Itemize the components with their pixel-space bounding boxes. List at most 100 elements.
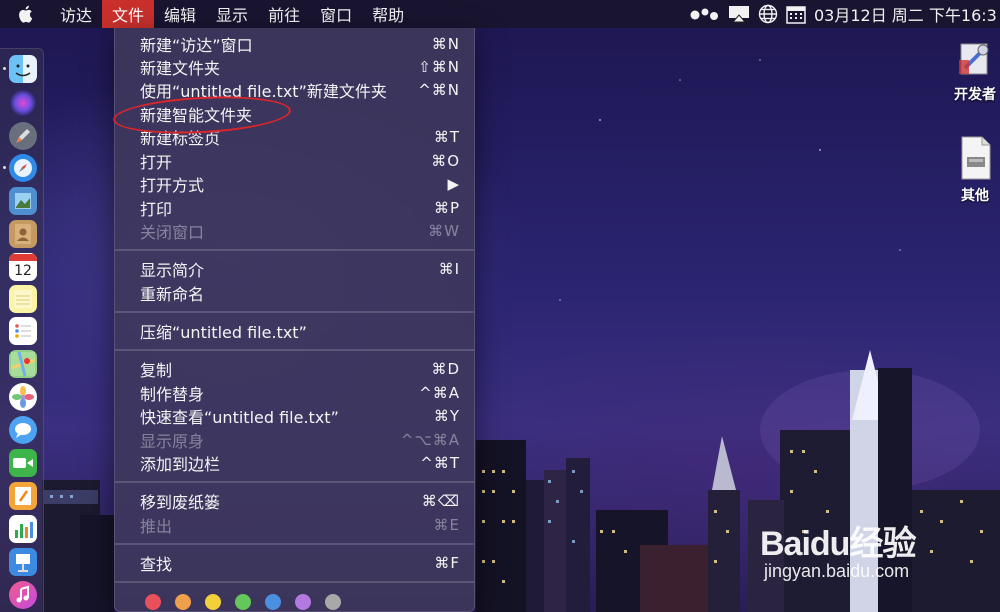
status-area: 03月12日 周二 下午16:3	[690, 0, 1000, 28]
menu-item-open[interactable]: 打开 ⌘O	[115, 149, 474, 172]
menu-item-label: 压缩“untitled file.txt”	[140, 322, 307, 342]
menu-item-shortcut: ⌘⌫	[421, 491, 460, 510]
safari-running-dot	[3, 166, 6, 169]
siri-icon[interactable]	[9, 89, 37, 117]
menu-item-label: 添加到边栏	[140, 454, 221, 474]
cloud-dots-icon[interactable]	[690, 0, 720, 28]
menu-item-label: 关闭窗口	[140, 222, 205, 242]
menu-item-shortcut: ⌘W	[428, 221, 460, 240]
maps-icon[interactable]	[9, 350, 37, 378]
menu-item-shortcut: ⌘P	[433, 198, 460, 217]
menu-item-find[interactable]: 查找 ⌘F	[115, 551, 474, 574]
menu-item-shortcut: ⌘Y	[433, 406, 460, 425]
finder-running-dot	[3, 67, 6, 70]
menu-item-label: 打开	[140, 152, 173, 172]
tag-gray[interactable]	[325, 594, 341, 610]
menu-item-shortcut: ^⌥⌘A	[400, 430, 460, 449]
menu-item-label: 显示简介	[140, 260, 205, 280]
menu-view[interactable]: 显示	[206, 0, 258, 28]
desktop-icon-label: 开发者	[954, 87, 996, 103]
menu-window[interactable]: 窗口	[310, 0, 362, 28]
tag-purple[interactable]	[295, 594, 311, 610]
menu-item-rename[interactable]: 重新命名	[115, 281, 474, 304]
menu-item-make-alias[interactable]: 制作替身 ^⌘A	[115, 381, 474, 404]
messages-icon[interactable]	[9, 416, 37, 444]
menu-item-shortcut: ^⌘T	[420, 453, 460, 472]
contacts-icon[interactable]	[9, 220, 37, 248]
facetime-icon[interactable]	[9, 449, 37, 477]
menu-item-print[interactable]: 打印 ⌘P	[115, 196, 474, 219]
menu-item-close-window: 关闭窗口 ⌘W	[115, 219, 474, 242]
tag-green[interactable]	[235, 594, 251, 610]
menu-item-label: 快速查看“untitled file.txt”	[140, 407, 339, 427]
menu-file[interactable]: 文件	[102, 0, 155, 28]
menu-item-move-to-trash[interactable]: 移到废纸篓 ⌘⌫	[115, 489, 474, 512]
menu-item-label: 显示原身	[140, 431, 205, 451]
menu-item-label: 移到废纸篓	[140, 492, 221, 512]
tag-yellow[interactable]	[205, 594, 221, 610]
menubar-clock[interactable]: 03月12日 周二 下午16:3	[814, 2, 1000, 26]
calendar-menu-icon[interactable]	[786, 0, 806, 28]
finder-icon[interactable]	[9, 55, 37, 83]
menu-separator	[115, 581, 474, 583]
menu-finder[interactable]: 访达	[50, 0, 102, 28]
menu-item-add-to-sidebar[interactable]: 添加到边栏 ^⌘T	[115, 451, 474, 474]
menu-bar: 访达 文件 编辑 显示 前往 窗口 帮助 03月12日 周二 下午16:3	[0, 0, 1000, 28]
tag-blue[interactable]	[265, 594, 281, 610]
menu-separator	[115, 311, 474, 313]
desktop-icon-developer[interactable]: 开发者	[945, 40, 1000, 104]
globe-icon[interactable]	[758, 0, 778, 28]
tag-red[interactable]	[145, 594, 161, 610]
baidu-watermark: Baidu经验 jingyan.baidu.com	[760, 516, 916, 582]
apple-menu-icon[interactable]	[0, 0, 50, 28]
menu-item-shortcut: ⌘D	[431, 359, 460, 378]
menu-help[interactable]: 帮助	[362, 0, 414, 28]
menu-item-label: 复制	[140, 360, 173, 380]
menu-go[interactable]: 前往	[258, 0, 310, 28]
reminders-icon[interactable]	[9, 317, 37, 345]
menu-item-shortcut: ⇧⌘N	[418, 57, 460, 76]
menu-item-shortcut: ⌘E	[433, 515, 460, 534]
itunes-icon[interactable]	[9, 581, 37, 609]
launchpad-icon[interactable]	[9, 122, 37, 150]
pages-icon[interactable]	[9, 482, 37, 510]
menu-item-duplicate[interactable]: 复制 ⌘D	[115, 357, 474, 380]
developer-app-icon	[955, 40, 995, 80]
menu-item-label: 制作替身	[140, 384, 205, 404]
tag-orange[interactable]	[175, 594, 191, 610]
calendar-icon[interactable]: 12	[9, 253, 37, 281]
display-mirror-icon[interactable]	[728, 0, 750, 28]
watermark-logo: Baidu经验	[760, 525, 916, 563]
preview-icon[interactable]	[9, 187, 37, 215]
menu-item-open-with[interactable]: 打开方式 ▶	[115, 172, 474, 195]
menu-item-label: 重新命名	[140, 284, 205, 304]
menu-edit[interactable]: 编辑	[154, 0, 206, 28]
menu-item-shortcut: ⌘O	[431, 151, 460, 170]
submenu-arrow-icon: ▶	[447, 174, 460, 193]
menu-item-shortcut: ⌘T	[433, 127, 460, 146]
safari-icon[interactable]	[9, 154, 37, 182]
photos-icon[interactable]	[9, 383, 37, 411]
menu-item-show-original: 显示原身 ^⌥⌘A	[115, 428, 474, 451]
menu-item-label: 查找	[140, 554, 173, 574]
menu-item-shortcut: ⌘I	[438, 259, 460, 278]
menu-item-label: 打开方式	[140, 175, 205, 195]
menu-item-new-finder-window[interactable]: 新建“访达”窗口 ⌘N	[115, 32, 474, 55]
disk-image-icon	[958, 135, 992, 181]
desktop-icon-other[interactable]: 其他	[945, 135, 1000, 205]
keynote-icon[interactable]	[9, 548, 37, 576]
menu-separator	[115, 249, 474, 251]
menu-item-shortcut: ^⌘A	[419, 383, 460, 402]
menu-item-compress[interactable]: 压缩“untitled file.txt”	[115, 319, 474, 342]
notes-icon[interactable]	[9, 285, 37, 313]
menu-item-get-info[interactable]: 显示简介 ⌘I	[115, 257, 474, 280]
numbers-icon[interactable]	[9, 515, 37, 543]
tag-color-row	[145, 594, 341, 610]
menu-separator	[115, 543, 474, 545]
dock: 12	[0, 48, 44, 612]
menu-separator	[115, 349, 474, 351]
menu-item-quick-look[interactable]: 快速查看“untitled file.txt” ⌘Y	[115, 404, 474, 427]
menu-item-new-folder-with-selection[interactable]: 使用“untitled file.txt”新建文件夹 ^⌘N	[115, 78, 474, 101]
desktop-icon-label: 其他	[961, 188, 989, 204]
menu-item-new-folder[interactable]: 新建文件夹 ⇧⌘N	[115, 55, 474, 78]
